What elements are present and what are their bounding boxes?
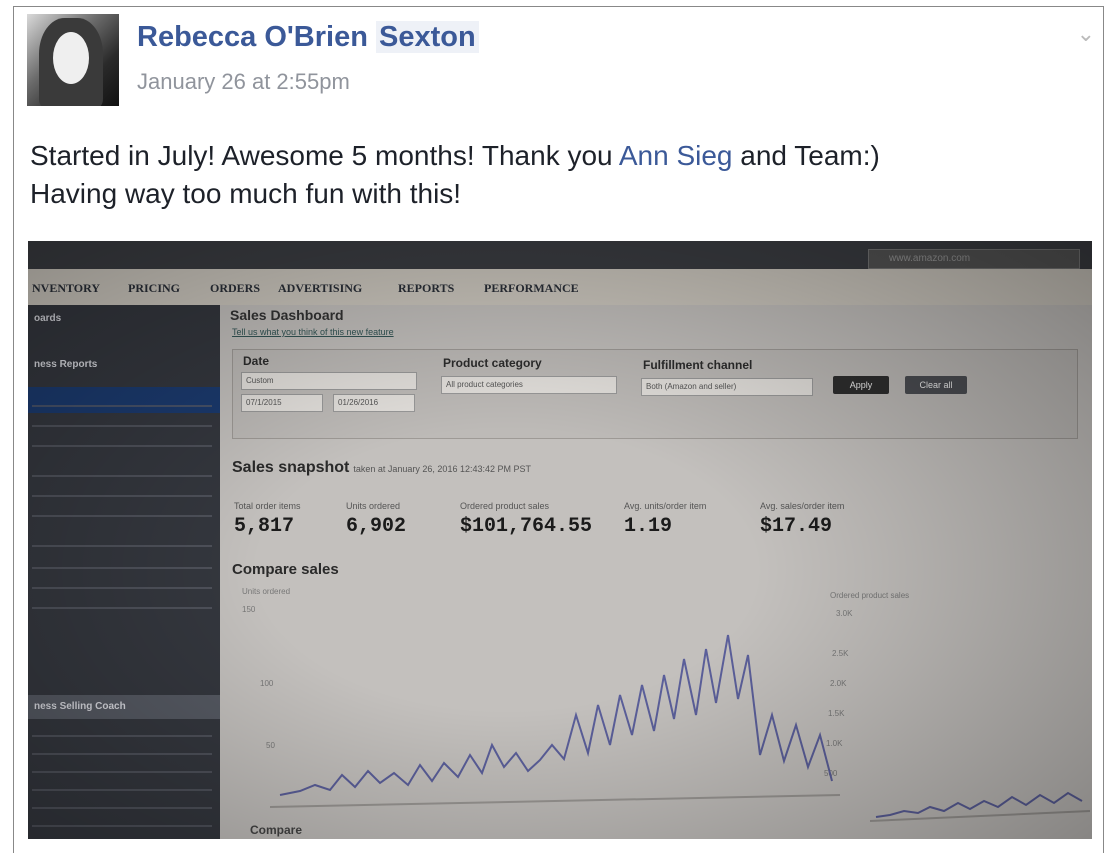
photo-nav-pricing: PRICING [128,281,181,295]
facebook-post-card: Rebecca O'Brien Sexton January 26 at 2:5… [13,6,1104,853]
photo-sidebar-row [32,425,212,427]
post-text-line2: Having way too much fun with this! [30,178,462,209]
photo-sidebar-row [32,475,212,477]
photo-compare-title: Compare sales [232,561,339,578]
photo-sidebar-row [32,495,212,497]
post-photo[interactable]: www.amazon.com NVENTORY PRICING ORDERS A… [28,241,1092,839]
photo-sidebar-row [32,567,212,569]
photo-sidebar-heading2: ness Reports [34,359,98,370]
photo-snapshot-taken: taken at January 26, 2016 12:43:42 PM PS… [353,464,531,474]
photo-sidebar-row [32,753,212,755]
photo-sidebar-row [32,735,212,737]
photo-nav-performance: PERFORMANCE [484,281,579,295]
photo-snapshot-heading: Sales snapshot [232,459,350,476]
post-text-part1: Started in July! Awesome 5 months! Thank… [30,140,619,171]
chevron-down-icon[interactable]: ⌄ [1077,21,1095,47]
photo-nav-inventory: NVENTORY [32,281,101,295]
photo-units-line [279,634,833,796]
photo-category-select: All product categories [441,376,617,394]
photo-units-axis [269,794,840,808]
photo-nav-advertising: ADVERTISING [278,281,363,295]
photo-metric-label: Units ordered [346,501,401,511]
photo-clear-button: Clear all [905,376,967,394]
photo-category-label: Product category [443,356,542,370]
photo-sidebar: oards ness Reports ness Selling Coach [28,305,220,839]
photo-apply-button: Apply [833,376,889,394]
photo-metric-value: 1.19 [624,515,673,538]
photo-snapshot-title: Sales snapshot taken at January 26, 2016 … [232,459,531,477]
photo-main-panel: Sales Dashboard Tell us what you think o… [220,305,1092,839]
author-avatar[interactable] [27,14,119,106]
photo-sidebar-row [32,771,212,773]
photo-sidebar-heading1: oards [34,313,62,324]
author-name[interactable]: Rebecca O'Brien Sexton [137,21,479,54]
photo-sidebar-row [32,825,212,827]
photo-metric-label: Avg. units/order item [624,501,707,511]
photo-left-tick: 150 [242,605,256,614]
post-timestamp[interactable]: January 26 at 2:55pm [137,69,350,95]
post-text-part2: and Team:) [732,140,880,171]
photo-date-label: Date [243,354,270,368]
photo-metric-value: $17.49 [760,515,833,538]
photo-date-from: 07/1/2015 [241,394,323,412]
photo-sidebar-row [32,445,212,447]
photo-metric-label: Total order items [234,501,301,511]
photo-sidebar-row [32,405,212,407]
photo-sidebar-highlight [28,387,220,413]
avatar-face [53,32,89,84]
photo-units-chart [269,634,840,808]
author-name-highlight[interactable]: Sexton [376,21,479,53]
post-text: Started in July! Awesome 5 months! Thank… [30,137,1080,213]
photo-sales-axis [870,810,1090,822]
mention-link[interactable]: Ann Sieg [619,140,733,171]
photo-sidebar-row [32,545,212,547]
photo-date-select: Custom [241,372,417,390]
photo-channel-label: Fulfillment channel [643,358,753,372]
photo-sidebar-row [32,587,212,589]
photo-metric-value: $101,764.55 [460,515,593,538]
photo-metric-label: Ordered product sales [460,501,550,511]
photo-sidebar-coach: ness Selling Coach [34,701,126,712]
photo-compare-footer: Compare [250,823,303,837]
photo-sales-chart [870,791,1090,822]
photo-sidebar-row [32,789,212,791]
photo-nav-reports: REPORTS [398,281,455,295]
photo-right-axis-title: Ordered product sales [830,591,910,600]
photo-metric-value: 6,902 [346,515,407,538]
photo-feedback-link: Tell us what you think of this new featu… [232,327,394,337]
photo-metric-label: Avg. sales/order item [760,501,845,511]
author-name-main[interactable]: Rebecca O'Brien [137,21,368,53]
photo-metric-value: 5,817 [234,515,295,538]
photo-sidebar-row [32,515,212,517]
photo-date-to: 01/26/2016 [333,394,415,412]
photo-sidebar-row [32,807,212,809]
photo-dashboard-title: Sales Dashboard [230,307,344,323]
photo-sidebar-row [32,607,212,609]
photo-channel-select: Both (Amazon and seller) [641,378,813,396]
photo-filter-box: Date Custom 07/1/2015 01/26/2016 Product… [232,349,1078,439]
photo-nav-orders: ORDERS [210,281,261,295]
photo-url-bar: www.amazon.com [868,249,1080,269]
